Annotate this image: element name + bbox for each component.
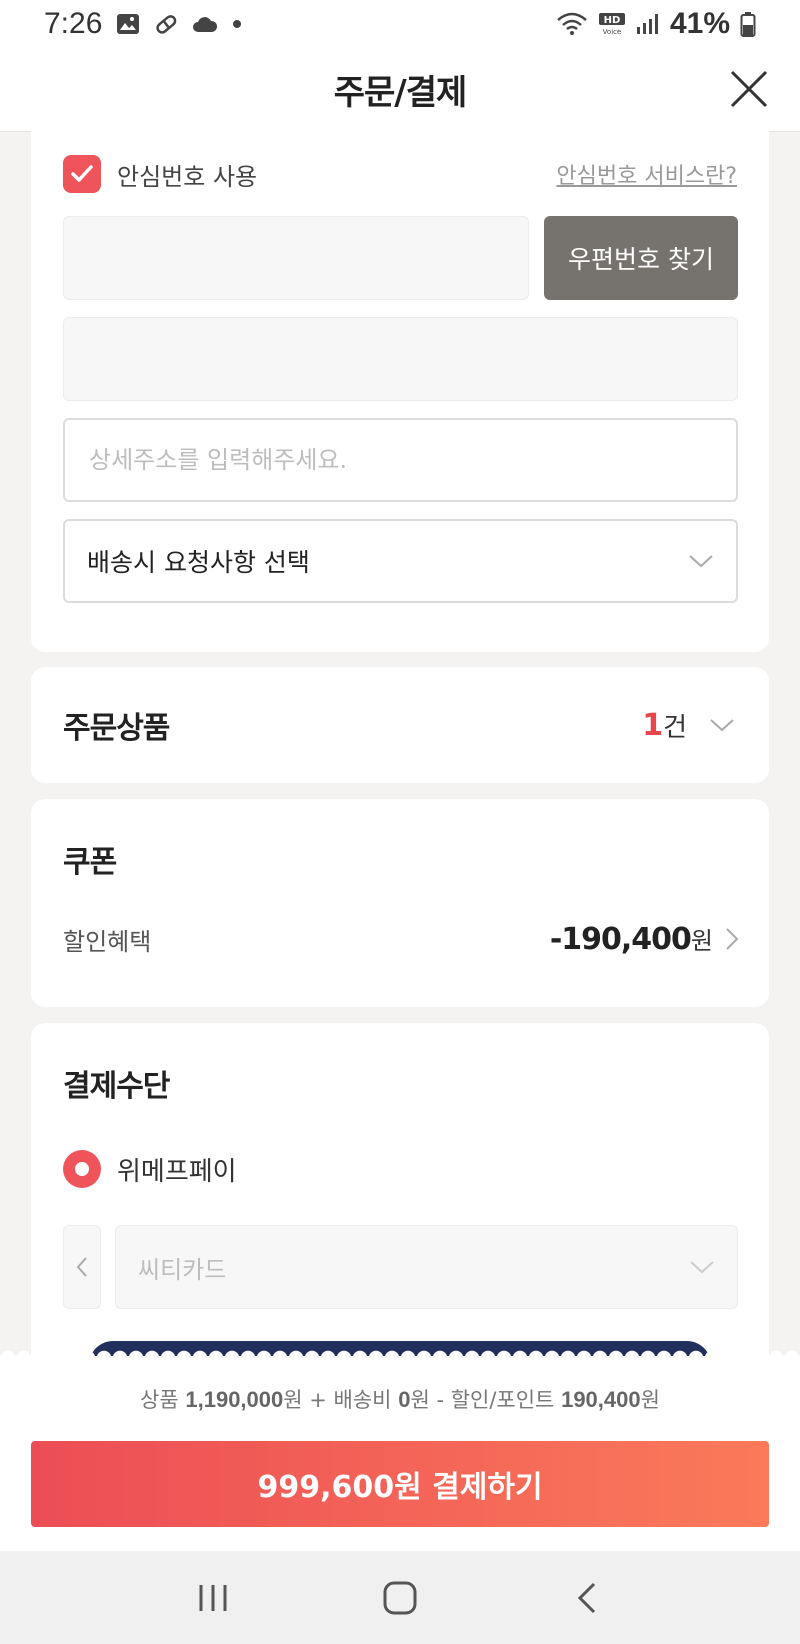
coupon-title: 쿠폰 [63, 845, 117, 880]
coupon-section: 쿠폰 할인혜택 -190,400 원 [31, 799, 769, 1007]
summary-discount-label: - 할인/포인트 [436, 1388, 555, 1412]
close-button[interactable] [726, 66, 772, 112]
hd-voice-icon: HD Voice [598, 12, 626, 36]
zip-code-field[interactable] [63, 216, 529, 300]
scallop-edge [0, 1346, 800, 1358]
summary-shipping-label: + 배송비 [309, 1388, 392, 1412]
discount-amount: -190,400 [549, 922, 692, 957]
system-nav-bar [0, 1551, 800, 1644]
safe-number-row: 안심번호 사용 안심번호 서비스란? [63, 154, 737, 194]
safe-number-label: 안심번호 사용 [117, 162, 258, 191]
payment-title: 결제수단 [63, 1069, 170, 1104]
safe-number-info-link[interactable]: 안심번호 서비스란? [556, 158, 737, 190]
chevron-down-icon [689, 555, 713, 568]
discount-label: 할인혜택 [63, 927, 152, 956]
order-items-title: 주문상품 [63, 711, 170, 746]
payment-summary-bar: 상품 1,190,000원 + 배송비 0원 - 할인/포인트 190,400원… [0, 1346, 800, 1551]
dot-icon [232, 19, 242, 29]
chevron-down-icon [710, 719, 734, 732]
find-zip-button[interactable]: 우편번호 찾기 [544, 216, 738, 300]
card-prev-button[interactable] [63, 1225, 101, 1309]
summary-shipping-amount: 0 [398, 1387, 411, 1412]
recent-apps-icon [199, 1584, 227, 1611]
pill-icon [154, 12, 178, 36]
order-items-toggle[interactable]: 주문상품 1 건 [63, 667, 735, 783]
payment-section: 결제수단 위메프페이 씨티카드 [31, 1023, 769, 1401]
payment-method-radio[interactable] [63, 1150, 101, 1188]
battery-percent: 41% [669, 7, 730, 40]
close-icon [730, 70, 768, 108]
home-icon [383, 1581, 417, 1614]
battery-icon [740, 11, 756, 37]
chevron-right-icon [726, 928, 739, 950]
wifi-icon [556, 11, 588, 37]
summary-won: 원 [410, 1388, 430, 1412]
address-field[interactable] [63, 317, 738, 401]
signal-icon [636, 13, 660, 35]
discount-currency: 원 [690, 927, 713, 955]
svg-text:HD: HD [604, 15, 621, 26]
page-title: 주문/결제 [333, 73, 468, 113]
order-count: 1 건 [642, 707, 735, 744]
order-count-number: 1 [642, 707, 664, 743]
recent-apps-button[interactable] [183, 1568, 243, 1628]
card-select-value: 씨티카드 [138, 1255, 227, 1284]
summary-won: 원 [283, 1388, 303, 1412]
svg-text:Voice: Voice [603, 28, 622, 36]
pay-button[interactable]: 999,600원 결제하기 [31, 1441, 769, 1527]
chevron-down-icon [690, 1261, 714, 1274]
home-button[interactable] [370, 1568, 430, 1628]
back-icon [577, 1582, 595, 1613]
summary-won: 원 [640, 1388, 660, 1412]
cloud-icon [192, 15, 218, 33]
payment-method-label: 위메프페이 [117, 1156, 237, 1187]
delivery-request-value: 배송시 요청사항 선택 [87, 548, 310, 577]
payment-method-option[interactable]: 위메프페이 [63, 1147, 237, 1191]
order-count-unit: 건 [663, 712, 687, 743]
check-icon [71, 165, 93, 182]
price-summary: 상품 1,190,000원 + 배송비 0원 - 할인/포인트 190,400원 [0, 1384, 800, 1414]
image-icon [116, 13, 140, 35]
safe-number-checkbox[interactable] [63, 155, 101, 193]
status-time: 7:26 [44, 7, 103, 40]
address-section: 안심번호 사용 안심번호 서비스란? 우편번호 찾기 배송시 요청사항 선택 [31, 120, 769, 652]
back-button[interactable] [557, 1568, 617, 1628]
detail-address-input[interactable] [63, 418, 738, 502]
summary-discount-amount: 190,400 [561, 1387, 641, 1412]
status-bar: 7:26 HD Voice 41% [0, 0, 800, 48]
order-items-section: 주문상품 1 건 [31, 667, 769, 783]
coupon-discount-row[interactable]: 할인혜택 -190,400 원 [63, 917, 739, 961]
summary-product-amount: 1,190,000 [185, 1387, 284, 1412]
chevron-left-icon [76, 1257, 87, 1277]
summary-product-label: 상품 [140, 1388, 179, 1412]
delivery-request-select[interactable]: 배송시 요청사항 선택 [63, 519, 738, 603]
card-select[interactable]: 씨티카드 [115, 1225, 738, 1309]
discount-value: -190,400 원 [550, 921, 725, 957]
